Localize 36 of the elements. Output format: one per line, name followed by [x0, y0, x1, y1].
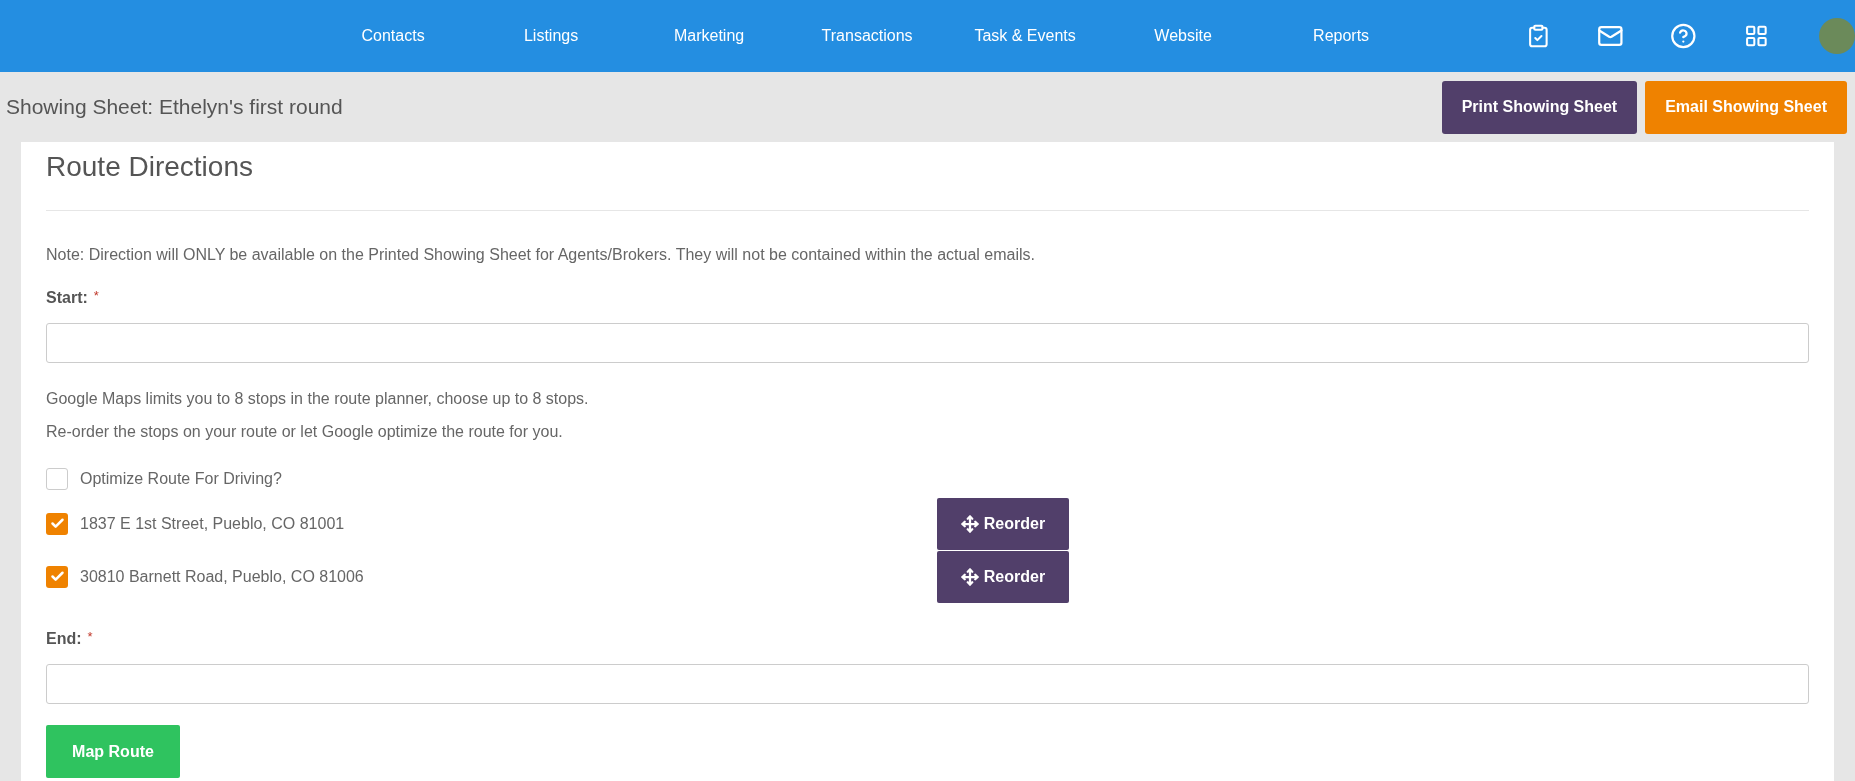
page-title: Showing Sheet: Ethelyn's first round: [6, 94, 344, 121]
info-text: Re-order the stops on your route or let Google optimize the route for you.: [46, 422, 564, 442]
nav-link[interactable]: Marketing: [630, 24, 789, 48]
checkbox[interactable]: [46, 512, 68, 535]
nav-link[interactable]: Transactions: [788, 24, 947, 48]
checkbox[interactable]: [46, 565, 68, 588]
checkbox-label: Optimize Route For Driving?: [80, 469, 282, 489]
nav-link[interactable]: Website: [1104, 24, 1263, 48]
grid-icon[interactable]: [1744, 23, 1770, 49]
check-icon: [49, 516, 65, 531]
info-text: Google Maps limits you to 8 stops in the route planner, choose up to 8 stops.: [46, 389, 590, 409]
section-heading: Route Directions: [46, 150, 254, 184]
print-button[interactable]: Print Showing Sheet: [1441, 80, 1638, 134]
move-icon: [960, 514, 979, 533]
nav-link[interactable]: Listings: [472, 24, 631, 48]
email-button[interactable]: Email Showing Sheet: [1645, 80, 1847, 134]
nav-link[interactable]: Contacts: [314, 24, 473, 48]
end-field[interactable]: [46, 664, 1809, 704]
note-text: Note: Direction will ONLY be available on the Printed Showing Sheet for Agents/Brokers. They will not be contained within the actual emails.: [46, 245, 1036, 265]
stop-address: 30810 Barnett Road, Pueblo, CO 81006: [80, 566, 364, 587]
reorder-button[interactable]: Reorder: [937, 550, 1069, 603]
help-icon[interactable]: [1669, 22, 1697, 50]
move-icon: [960, 567, 979, 586]
field-label: Start:: [46, 288, 88, 308]
check-icon: [49, 569, 65, 584]
stop-address: 1837 E 1st Street, Pueblo, CO 81001: [80, 513, 345, 534]
reorder-button[interactable]: Reorder: [937, 497, 1069, 550]
field-label: End:: [46, 629, 82, 649]
required-mark: *: [93, 287, 99, 305]
checkbox[interactable]: [46, 468, 68, 490]
nav-link[interactable]: Task & Events: [946, 24, 1105, 48]
required-mark: *: [87, 628, 93, 646]
clipboard-check-icon[interactable]: [1526, 23, 1551, 49]
nav-link[interactable]: Reports: [1262, 24, 1421, 48]
start-field[interactable]: [46, 323, 1809, 363]
map-route-button[interactable]: Map Route: [46, 725, 180, 778]
